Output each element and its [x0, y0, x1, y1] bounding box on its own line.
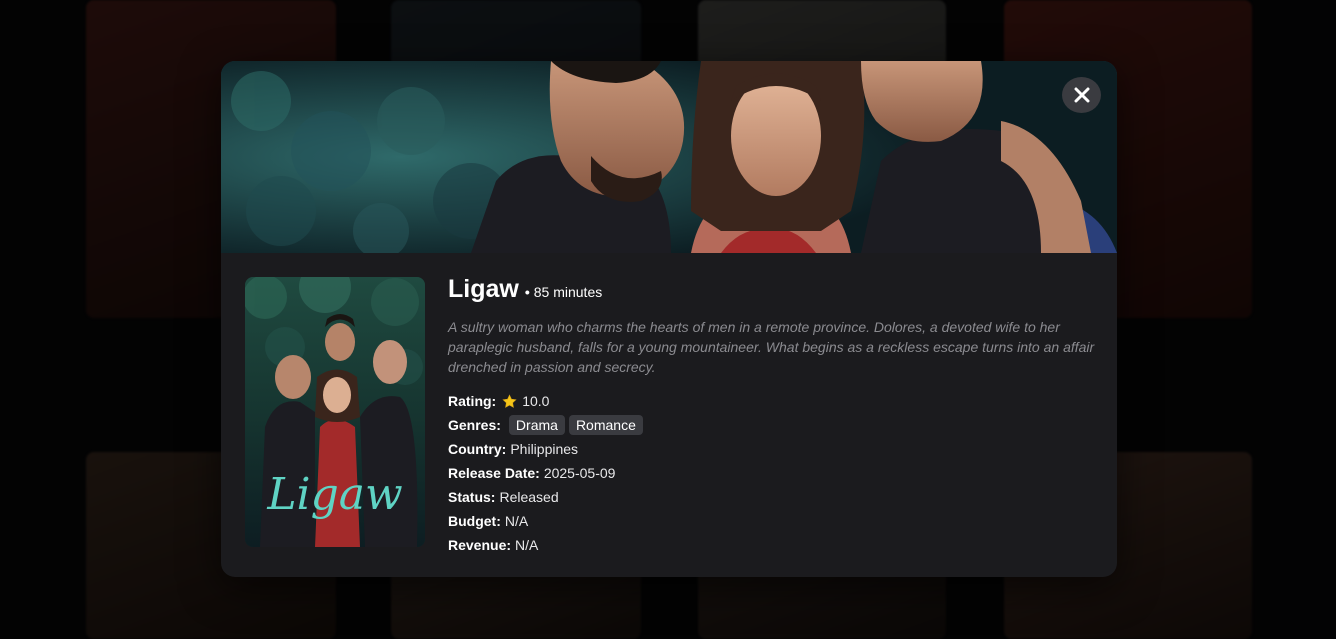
close-button[interactable]	[1062, 77, 1101, 113]
movie-overview: A sultry woman who charms the hearts of …	[448, 319, 1095, 375]
rating-label: Rating:	[448, 393, 497, 409]
status-label: Status:	[448, 489, 496, 505]
country-row: Country: Philippines	[448, 437, 1098, 461]
poster-title-logo: Ligaw	[266, 469, 402, 520]
genre-chip-romance[interactable]: Romance	[568, 415, 643, 435]
modal-content: Ligaw Ligaw • 85 minutes A sultry woman …	[221, 253, 1117, 577]
genre-chip-drama[interactable]: Drama	[508, 415, 565, 435]
country-label: Country:	[448, 441, 507, 457]
star-icon	[502, 393, 517, 409]
status-row: Status: Released	[448, 485, 1098, 509]
rating-row: Rating: 10.0	[448, 389, 1098, 413]
status-value: Released	[499, 489, 559, 505]
genres-label: Genres:	[448, 417, 501, 433]
backdrop-image	[221, 61, 1117, 253]
close-icon	[1074, 87, 1090, 103]
title-row: Ligaw • 85 minutes	[448, 275, 1098, 311]
release-date-row: Release Date: 2025-05-09	[448, 461, 1098, 485]
revenue-label: Revenue:	[448, 537, 512, 553]
budget-value: N/A	[504, 513, 529, 529]
release-date-label: Release Date:	[448, 465, 540, 481]
rating-value: 10.0	[522, 393, 550, 409]
budget-label: Budget:	[448, 513, 501, 529]
movie-meta: Rating: 10.0 Genres: Drama Romance Count…	[448, 389, 1098, 557]
budget-row: Budget: N/A	[448, 509, 1098, 533]
revenue-row: Revenue: N/A	[448, 533, 1098, 557]
title-separator: •	[524, 284, 530, 300]
movie-runtime: 85 minutes	[533, 284, 603, 300]
movie-poster: Ligaw	[245, 277, 425, 547]
country-value: Philippines	[510, 441, 579, 457]
revenue-value: N/A	[515, 537, 539, 553]
movie-info: Ligaw • 85 minutes A sultry woman who ch…	[448, 275, 1098, 557]
release-date-value: 2025-05-09	[543, 465, 616, 481]
genres-row: Genres: Drama Romance	[448, 413, 1098, 437]
movie-title: Ligaw	[448, 275, 519, 303]
movie-detail-modal: Ligaw Ligaw • 85 minutes A sultry woman …	[221, 61, 1117, 577]
